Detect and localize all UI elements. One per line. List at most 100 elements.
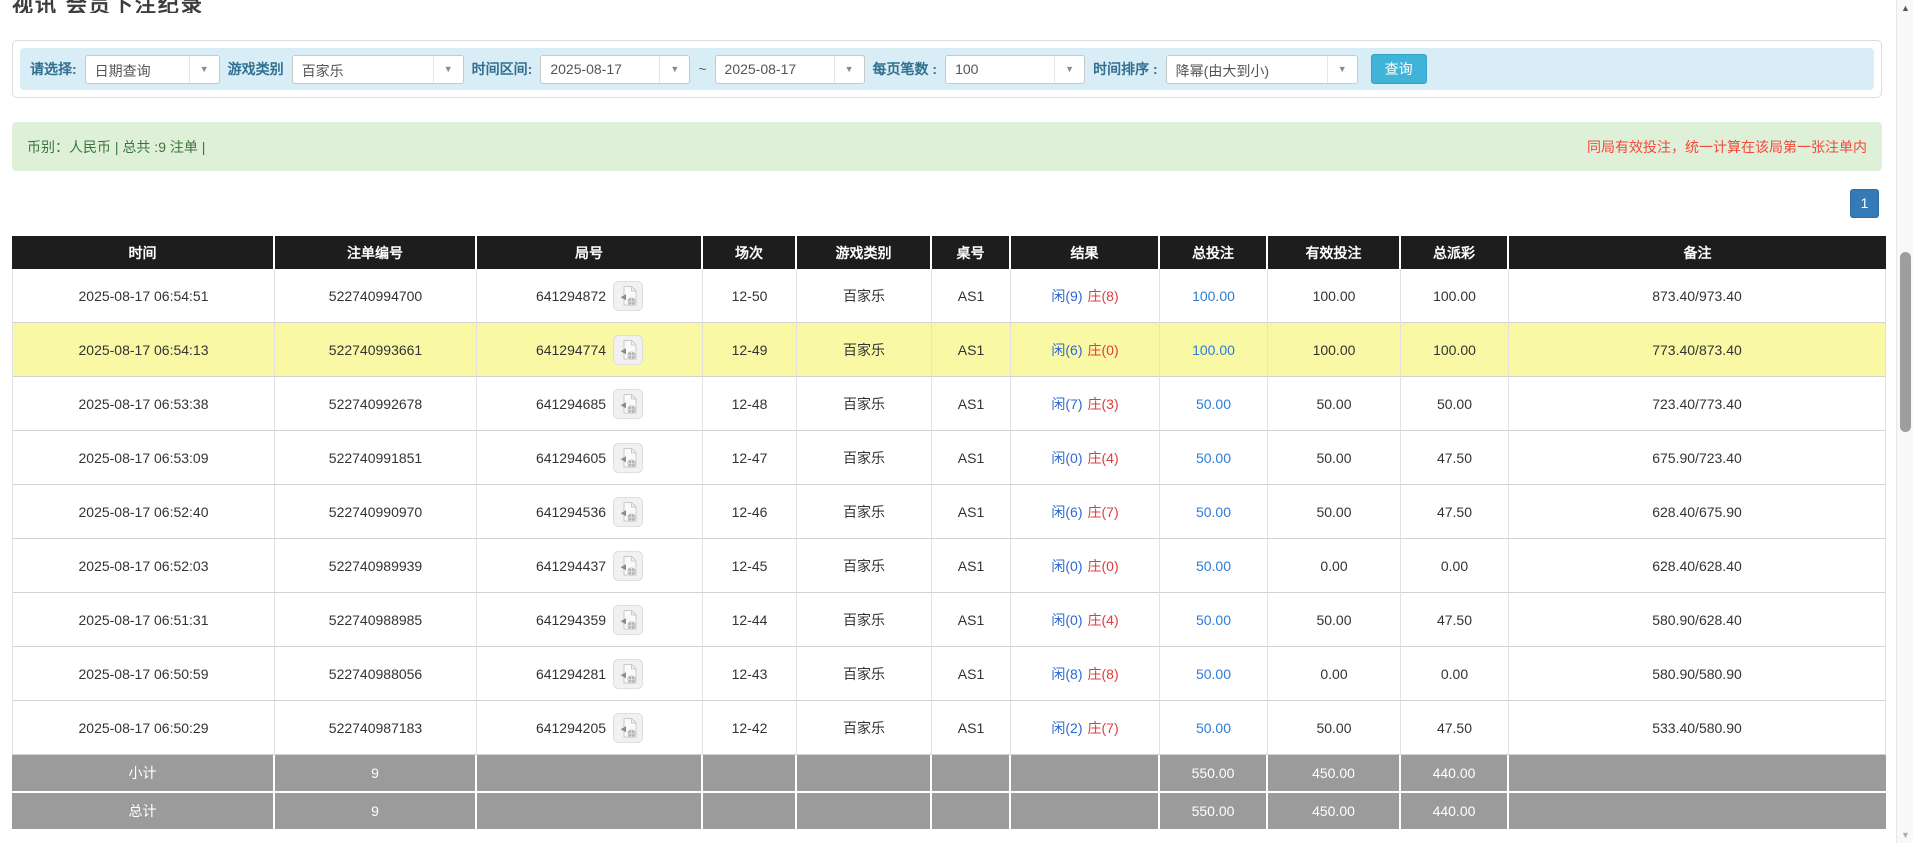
chevron-down-icon[interactable]: ▼	[1327, 56, 1357, 83]
subtotal-valid-bet: 450.00	[1268, 755, 1401, 793]
session-cell: 12-49	[703, 323, 797, 377]
page-size-dropdown[interactable]: 100 ▼	[945, 55, 1085, 84]
game-type-cell: 百家乐	[797, 323, 932, 377]
game-type-value: 百家乐	[293, 56, 433, 83]
video-replay-icon[interactable]	[613, 443, 643, 473]
chevron-down-icon[interactable]: ▼	[1054, 56, 1084, 83]
total-bet-link[interactable]: 50.00	[1196, 450, 1231, 466]
game-type-dropdown[interactable]: 百家乐 ▼	[292, 55, 464, 84]
game-type-cell: 百家乐	[797, 701, 932, 755]
video-replay-icon[interactable]	[613, 281, 643, 311]
currency-total-text: 币别：人民币 | 总共 :9 注单 |	[27, 137, 205, 157]
date-from-picker[interactable]: 2025-08-17 ▼	[540, 55, 690, 84]
chevron-down-icon[interactable]: ▼	[834, 56, 864, 83]
result-player: 闲(0)	[1051, 558, 1082, 574]
remark-cell: 580.90/628.40	[1509, 593, 1886, 647]
pagination: 1	[12, 189, 1879, 218]
result-banker: 庄(0)	[1088, 558, 1119, 574]
table-row: 2025-08-17 06:50:29 522740987183 6412942…	[12, 701, 1886, 755]
result-banker: 庄(4)	[1088, 450, 1119, 466]
query-type-dropdown[interactable]: 日期查询 ▼	[85, 55, 220, 84]
table-row: 2025-08-17 06:54:51 522740994700 6412948…	[12, 269, 1886, 323]
remark-cell: 533.40/580.90	[1509, 701, 1886, 755]
date-to-picker[interactable]: 2025-08-17 ▼	[715, 55, 865, 84]
round-id-cell: 641294536	[477, 485, 703, 539]
result-player: 闲(6)	[1051, 342, 1082, 358]
video-replay-icon[interactable]	[613, 605, 643, 635]
total-bet-link[interactable]: 100.00	[1192, 342, 1235, 358]
chevron-down-icon[interactable]: ▼	[189, 56, 219, 83]
header-game-type: 游戏类别	[797, 236, 932, 269]
result-cell: 闲(9)庄(8)	[1011, 269, 1160, 323]
total-bet-link[interactable]: 50.00	[1196, 558, 1231, 574]
scrollbar-thumb[interactable]	[1900, 252, 1911, 432]
time-cell: 2025-08-17 06:52:40	[12, 485, 275, 539]
video-replay-icon[interactable]	[613, 335, 643, 365]
session-cell: 12-47	[703, 431, 797, 485]
total-bet-cell: 50.00	[1160, 701, 1268, 755]
round-id-cell: 641294281	[477, 647, 703, 701]
header-table-no: 桌号	[932, 236, 1011, 269]
bet-id-cell: 522740994700	[275, 269, 477, 323]
round-id-text: 641294685	[536, 396, 606, 412]
total-bet-link[interactable]: 100.00	[1192, 288, 1235, 304]
valid-bet-cell: 50.00	[1268, 377, 1401, 431]
table-row: 2025-08-17 06:52:03 522740989939 6412944…	[12, 539, 1886, 593]
time-sort-dropdown[interactable]: 降幂(由大到小) ▼	[1166, 55, 1358, 84]
chevron-down-icon[interactable]: ▼	[659, 56, 689, 83]
table-no-cell: AS1	[932, 485, 1011, 539]
game-type-cell: 百家乐	[797, 539, 932, 593]
total-count: 9	[275, 793, 477, 831]
remark-cell: 628.40/675.90	[1509, 485, 1886, 539]
valid-bet-cell: 100.00	[1268, 323, 1401, 377]
table-row: 2025-08-17 06:50:59 522740988056 6412942…	[12, 647, 1886, 701]
scroll-up-arrow-icon[interactable]: ▲	[1897, 0, 1913, 16]
session-cell: 12-48	[703, 377, 797, 431]
subtotal-label: 小计	[12, 755, 275, 793]
bet-id-cell: 522740992678	[275, 377, 477, 431]
game-type-cell: 百家乐	[797, 485, 932, 539]
valid-bet-cell: 0.00	[1268, 539, 1401, 593]
time-cell: 2025-08-17 06:54:13	[12, 323, 275, 377]
total-bet-link[interactable]: 50.00	[1196, 504, 1231, 520]
round-id-cell: 641294205	[477, 701, 703, 755]
header-payout: 总派彩	[1401, 236, 1509, 269]
total-bet-link[interactable]: 50.00	[1196, 396, 1231, 412]
header-total-bet: 总投注	[1160, 236, 1268, 269]
video-replay-icon[interactable]	[613, 551, 643, 581]
range-separator: ~	[698, 61, 706, 77]
chevron-down-icon[interactable]: ▼	[433, 56, 463, 83]
result-player: 闲(0)	[1051, 612, 1082, 628]
payout-cell: 100.00	[1401, 269, 1509, 323]
subtotal-total-bet: 550.00	[1160, 755, 1268, 793]
bet-id-cell: 522740991851	[275, 431, 477, 485]
total-bet-link[interactable]: 50.00	[1196, 612, 1231, 628]
table-header-row: 时间 注单编号 局号 场次 游戏类别 桌号 结果 总投注 有效投注 总派彩 备注	[12, 236, 1886, 269]
payout-cell: 100.00	[1401, 323, 1509, 377]
round-id-cell: 641294872	[477, 269, 703, 323]
remark-cell: 723.40/773.40	[1509, 377, 1886, 431]
round-id-text: 641294605	[536, 450, 606, 466]
video-replay-icon[interactable]	[613, 659, 643, 689]
vertical-scrollbar[interactable]: ▲ ▼	[1896, 0, 1913, 843]
payout-cell: 0.00	[1401, 647, 1509, 701]
payout-cell: 47.50	[1401, 701, 1509, 755]
payout-cell: 0.00	[1401, 539, 1509, 593]
empty-cell	[932, 755, 1011, 793]
total-bet-link[interactable]: 50.00	[1196, 666, 1231, 682]
pagination-page-1-button[interactable]: 1	[1850, 189, 1879, 218]
time-sort-label: 时间排序 :	[1093, 59, 1158, 79]
empty-cell	[477, 793, 703, 831]
header-time: 时间	[12, 236, 275, 269]
payout-cell: 47.50	[1401, 431, 1509, 485]
valid-bet-cell: 100.00	[1268, 269, 1401, 323]
scroll-down-arrow-icon[interactable]: ▼	[1897, 827, 1913, 843]
video-replay-icon[interactable]	[613, 389, 643, 419]
total-bet-link[interactable]: 50.00	[1196, 720, 1231, 736]
search-button[interactable]: 查询	[1371, 54, 1427, 84]
table-no-cell: AS1	[932, 593, 1011, 647]
video-replay-icon[interactable]	[613, 713, 643, 743]
empty-cell	[1509, 755, 1886, 793]
game-type-cell: 百家乐	[797, 377, 932, 431]
video-replay-icon[interactable]	[613, 497, 643, 527]
